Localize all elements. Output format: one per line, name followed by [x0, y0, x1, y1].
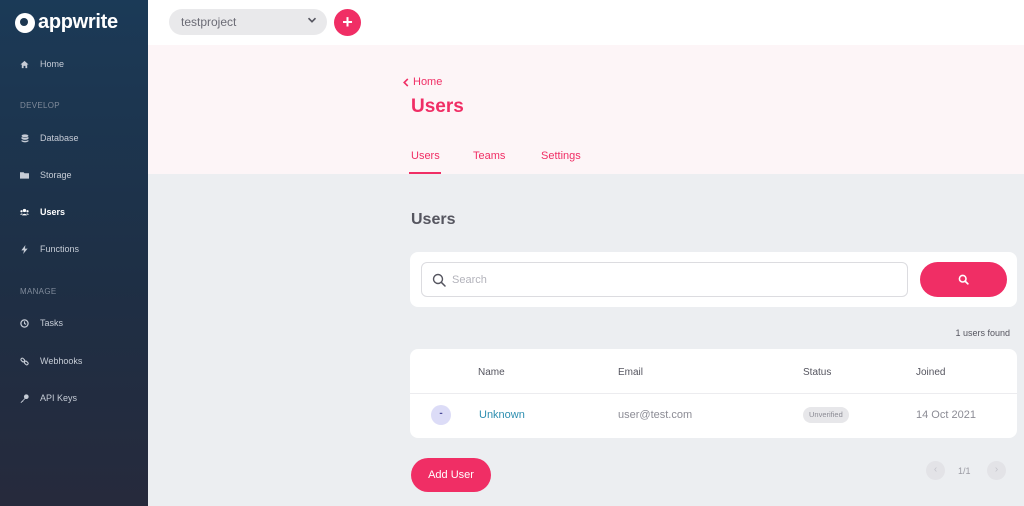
appwrite-logo-icon: [15, 12, 35, 33]
section-title: Users: [411, 211, 456, 228]
sidebar-item-webhooks[interactable]: Webhooks: [20, 356, 82, 366]
search-card: [410, 252, 1017, 307]
sidebar-item-label: Users: [40, 207, 66, 217]
section-develop: DEVELOP: [20, 101, 60, 110]
sidebar-item-label: API Keys: [40, 393, 78, 403]
user-name-link[interactable]: Unknown: [479, 409, 525, 421]
sidebar-item-home[interactable]: Home: [20, 59, 64, 69]
tab-users[interactable]: Users: [411, 150, 440, 162]
sidebar-item-database[interactable]: Database: [20, 133, 79, 143]
page-header: Home Users Users Teams Settings: [148, 45, 1024, 174]
tab-settings[interactable]: Settings: [541, 150, 581, 162]
search-input[interactable]: [452, 271, 892, 289]
tab-teams[interactable]: Teams: [473, 150, 505, 162]
logo-text: appwrite: [38, 11, 118, 33]
column-header-status: Status: [803, 367, 832, 378]
divider: [410, 393, 1017, 394]
users-icon: [20, 208, 29, 217]
chevron-left-icon: ‹: [933, 464, 938, 475]
sidebar-item-label: Functions: [40, 244, 80, 254]
link-icon: [20, 357, 29, 366]
sidebar-item-label: Database: [40, 133, 79, 143]
column-header-joined: Joined: [916, 367, 946, 378]
results-count: 1 users found: [955, 328, 1010, 338]
column-header-name: Name: [478, 367, 505, 378]
sidebar-item-storage[interactable]: Storage: [20, 170, 72, 180]
avatar: -: [431, 405, 451, 425]
chevron-right-icon: ›: [994, 464, 999, 475]
sidebar-item-label: Tasks: [40, 318, 64, 328]
topbar: testproject +: [148, 0, 1024, 45]
database-icon: [20, 133, 29, 143]
folder-icon: [20, 171, 29, 180]
joined-date: 14 Oct 2021: [916, 409, 976, 421]
page-indicator: 1/1: [958, 466, 971, 476]
page-title: Users: [411, 96, 464, 117]
add-project-button[interactable]: +: [334, 9, 361, 36]
sidebar-item-label: Webhooks: [40, 356, 83, 366]
sidebar-item-label: Storage: [40, 170, 72, 180]
sidebar-item-functions[interactable]: Functions: [20, 244, 79, 254]
sidebar-item-label: Home: [40, 59, 65, 69]
prev-page-button[interactable]: ‹: [926, 461, 945, 480]
user-email: user@test.com: [618, 409, 693, 421]
key-icon: [20, 393, 29, 403]
section-manage: MANAGE: [20, 287, 57, 296]
search-button[interactable]: [920, 262, 1007, 297]
status-badge: Unverified: [803, 407, 849, 423]
bolt-icon: [20, 244, 29, 254]
users-table: Name Email Status Joined - Unknown user@…: [410, 349, 1017, 438]
active-tab-indicator: [409, 172, 441, 174]
search-box[interactable]: [421, 262, 908, 297]
search-icon: [958, 274, 969, 285]
sidebar-item-api-keys[interactable]: API Keys: [20, 393, 77, 403]
next-page-button[interactable]: ›: [987, 461, 1006, 480]
breadcrumb[interactable]: Home: [402, 76, 442, 88]
chevron-left-icon: [403, 77, 409, 87]
breadcrumb-home: Home: [413, 76, 443, 88]
appwrite-logo[interactable]: appwrite: [15, 11, 118, 34]
column-header-email: Email: [618, 367, 644, 378]
sidebar: appwrite Home DEVELOP Database Storage U…: [0, 0, 148, 506]
add-user-button[interactable]: Add User: [411, 458, 491, 492]
project-select[interactable]: testproject: [169, 9, 327, 35]
chevron-down-icon: [307, 17, 317, 23]
search-icon: [432, 273, 446, 287]
home-icon: [20, 60, 29, 69]
clock-icon: [20, 318, 29, 328]
sidebar-item-tasks[interactable]: Tasks: [20, 318, 63, 328]
sidebar-item-users[interactable]: Users: [20, 207, 65, 217]
project-name: testproject: [181, 15, 237, 29]
